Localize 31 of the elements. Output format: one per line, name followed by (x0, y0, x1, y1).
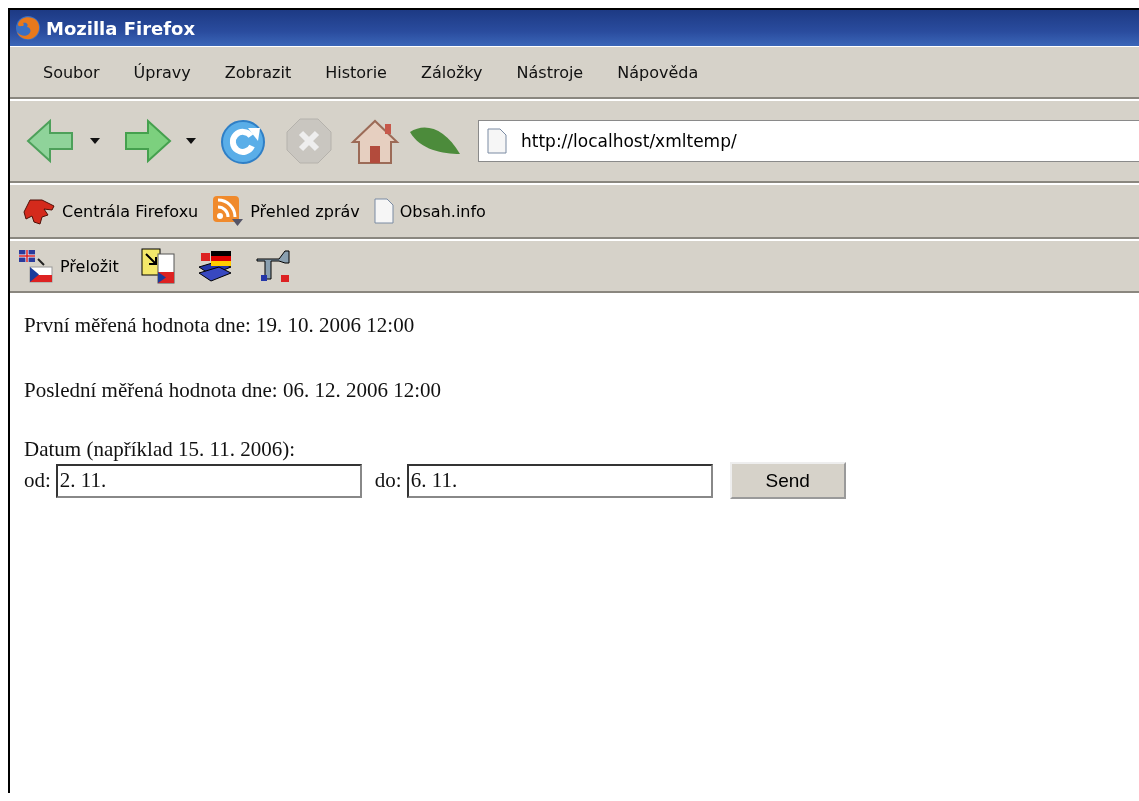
firefox-logo (14, 14, 42, 42)
address-field[interactable]: http://localhost/xmltemp/ (478, 120, 1139, 162)
books-icon[interactable] (196, 249, 233, 283)
menu-item[interactable]: Soubor (26, 62, 117, 82)
menu-item[interactable]: Historie (308, 62, 404, 82)
feed-icon[interactable] (212, 195, 245, 227)
tool-icon[interactable] (254, 249, 291, 283)
bookmark-link[interactable]: Přehled zpráv (250, 201, 360, 221)
flags-icon[interactable] (18, 249, 54, 283)
page-icon (487, 128, 507, 154)
menu-item[interactable]: Zobrazit (207, 62, 309, 82)
bookmark-link[interactable]: Centrála Firefoxu (62, 201, 199, 221)
date-field[interactable]: 2. 11. (55, 463, 362, 498)
dropdown-arrow-icon[interactable] (90, 138, 100, 144)
dinosaur-icon[interactable] (22, 196, 56, 226)
form-label: Datum (například 15. 11. 2006): (24, 437, 296, 462)
field-label: do: (374, 468, 402, 493)
date-field[interactable]: 6. 11. (406, 463, 713, 498)
document-icon[interactable] (140, 248, 175, 284)
menu-item[interactable]: Záložky (403, 62, 500, 82)
menu-item[interactable]: Nápověda (600, 62, 716, 82)
dropdown-arrow-icon[interactable] (186, 138, 196, 144)
toolbar-button-label[interactable]: Přeložit (60, 256, 119, 276)
text-line: První měřená hodnota dne: 19. 10. 2006 12:00 (24, 313, 416, 338)
bookmark-link[interactable]: Obsah.info (399, 201, 486, 221)
send-button[interactable]: Send (729, 462, 846, 499)
field-label: od: (24, 468, 51, 493)
menu-item[interactable]: Nástroje (499, 62, 601, 82)
menu-item[interactable]: Úpravy (116, 62, 208, 82)
text-line: Poslední měřená hodnota dne: 06. 12. 2006 12:00 (24, 378, 443, 403)
window-title: Mozilla Firefox (46, 17, 196, 39)
